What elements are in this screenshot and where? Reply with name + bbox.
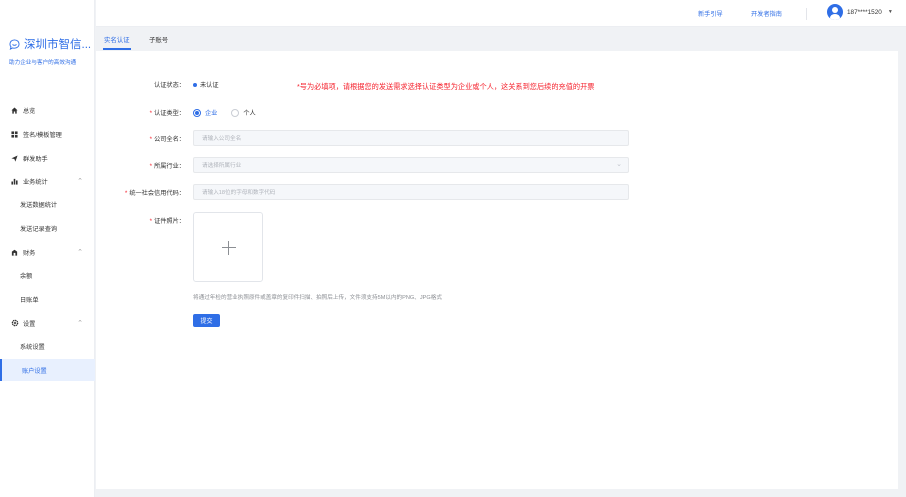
avatar	[827, 4, 843, 20]
photo-label: * 证件照片：	[149, 218, 185, 225]
status-dot	[193, 82, 197, 87]
sidebar-item-label: 发送数据统计	[20, 201, 58, 209]
submit-button[interactable]: 提交	[193, 314, 220, 327]
sidebar-item-label: 发送记录查询	[20, 225, 58, 233]
tab-real-name-auth[interactable]: 实名认证	[104, 35, 130, 44]
sidebar-item-label: 日账单	[20, 296, 39, 304]
status-text: 未认证	[200, 82, 219, 89]
beginner-guide-link[interactable]: 新手引导	[698, 9, 723, 18]
chevron-down-icon: ⌄	[616, 161, 622, 168]
type-label: * 认证类型：	[149, 110, 185, 117]
sidebar-item-label: 账户设置	[22, 367, 47, 375]
tab-sub-accounts[interactable]: 子账号	[149, 35, 168, 44]
chevron-up-icon: ⌃	[77, 249, 83, 256]
radio-enterprise-label[interactable]: 企业	[205, 108, 217, 117]
top-bar: 新手引导 开发者指南 187****1520 ▼	[96, 0, 906, 27]
industry-placeholder: 请选择所属行业	[202, 163, 242, 169]
sidebar-item-overview[interactable]: 总览	[0, 99, 95, 121]
credit-code-label: * 统一社会信用代码：	[124, 190, 185, 197]
chat-bubble-icon	[9, 38, 20, 50]
company-label: * 公司全名：	[149, 136, 185, 143]
sidebar-item-bulk-send[interactable]: 群发助手	[0, 147, 95, 169]
sidebar-item-label: 余额	[20, 272, 33, 280]
user-phone: 187****1520	[847, 8, 882, 16]
chevron-up-icon: ⌃	[77, 178, 83, 185]
sidebar-item-account-settings[interactable]: 账户设置	[0, 359, 95, 381]
user-menu[interactable]: 187****1520 ▼	[827, 4, 893, 20]
divider	[806, 8, 807, 20]
radio-personal[interactable]	[231, 108, 240, 117]
sidebar-item-daily-bill[interactable]: 日账单	[0, 288, 95, 310]
status-label: 认证状态：	[154, 82, 185, 89]
brand-tagline: 助力企业与客户的高效沟通	[9, 60, 77, 66]
sidebar-item-label: 签名/模板管理	[23, 131, 62, 139]
auth-type-radio-group: 企业 个人	[193, 108, 270, 117]
finance-icon	[10, 249, 19, 256]
gear-icon	[10, 319, 19, 327]
auth-form-card: 认证状态： 未认证 *号为必填项，请根据您的发送需求选择认证类型为企业或个人，这…	[96, 51, 898, 489]
sidebar-item-label: 业务统计	[23, 178, 48, 186]
sidebar-item-label: 设置	[23, 320, 36, 328]
sidebar-item-templates[interactable]: 签名/模板管理	[0, 123, 95, 145]
sidebar-item-settings[interactable]: 设置 ⌃	[0, 312, 95, 334]
send-icon	[10, 154, 19, 162]
grid-icon	[10, 130, 19, 138]
plus-icon	[222, 247, 236, 248]
sidebar-item-label: 系统设置	[20, 343, 45, 351]
sidebar-item-system-settings[interactable]: 系统设置	[0, 335, 95, 357]
required-notice: *号为必填项，请根据您的发送需求选择认证类型为企业或个人，这关系到您后续的充值的…	[297, 82, 595, 91]
chevron-up-icon: ⌃	[77, 320, 83, 327]
upload-hint: 将通过年检的营业执照原件或盖章的复印件扫描、拍照后上传，文件须支持5M以内的PN…	[193, 295, 442, 301]
sidebar-item-balance[interactable]: 余额	[0, 264, 95, 286]
sidebar-item-send-stats[interactable]: 发送数据统计	[0, 193, 95, 215]
sidebar-item-label: 总览	[23, 107, 36, 115]
photo-upload-box[interactable]	[193, 212, 263, 282]
sidebar-item-label: 群发助手	[23, 155, 48, 163]
developer-guide-link[interactable]: 开发者指南	[751, 9, 782, 18]
brand: 深圳市智信...	[9, 36, 91, 52]
sidebar-item-statistics[interactable]: 业务统计 ⌃	[0, 170, 95, 192]
bar-chart-icon	[10, 178, 19, 185]
sidebar-item-finance[interactable]: 财务 ⌃	[0, 241, 95, 263]
active-tab-indicator	[103, 48, 131, 50]
radio-personal-label[interactable]: 个人	[243, 108, 255, 117]
radio-enterprise[interactable]	[193, 108, 201, 117]
industry-select[interactable]: 请选择所属行业 ⌄	[193, 157, 629, 173]
status-value: 未认证	[193, 80, 219, 89]
caret-down-icon: ▼	[887, 9, 893, 15]
sidebar-item-send-records[interactable]: 发送记录查询	[0, 217, 95, 239]
industry-label: * 所属行业：	[149, 163, 185, 170]
brand-name: 深圳市智信...	[24, 39, 92, 51]
sidebar: 深圳市智信... 助力企业与客户的高效沟通 总览 签名/模板管理 群发助手 业务…	[0, 0, 95, 497]
home-icon	[10, 106, 19, 114]
tab-bar: 实名认证 子账号	[96, 28, 906, 50]
company-name-input[interactable]: 请输入公司全名	[193, 130, 629, 146]
sidebar-item-label: 财务	[23, 249, 36, 257]
credit-code-input[interactable]: 请输入18位的字母和数字代码	[193, 184, 629, 200]
